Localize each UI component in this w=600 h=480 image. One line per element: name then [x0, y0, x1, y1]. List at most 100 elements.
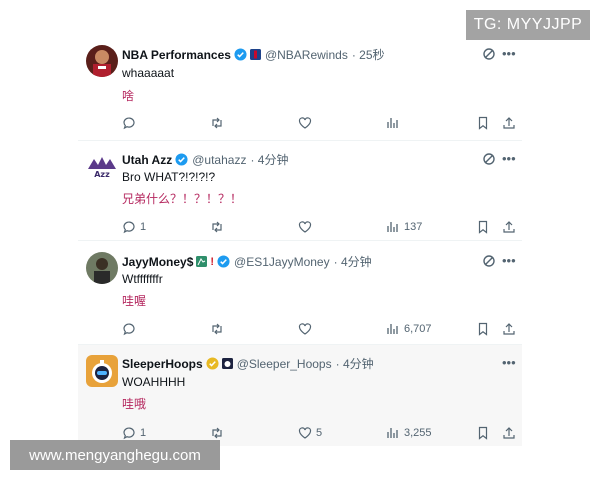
retweet-button[interactable] — [210, 220, 228, 234]
bookmark-button[interactable] — [476, 116, 490, 130]
grok-icon[interactable] — [482, 152, 496, 166]
views-button[interactable]: 6,707 — [386, 322, 432, 336]
reply-button[interactable] — [122, 322, 140, 336]
verified-badge-icon — [217, 255, 230, 268]
bookmark-button[interactable] — [476, 220, 490, 234]
views-icon — [387, 324, 398, 334]
avatar[interactable] — [86, 252, 118, 284]
retweet-icon — [212, 323, 222, 335]
verified-badge-icon — [175, 153, 188, 166]
more-icon[interactable]: ••• — [502, 152, 516, 165]
retweet-icon — [212, 427, 222, 439]
share-button[interactable] — [502, 116, 516, 130]
action-bar — [122, 116, 518, 132]
verified-badge-icon — [206, 357, 219, 370]
tweet-text: Wtfffffffr — [122, 272, 163, 286]
bookmark-icon — [478, 220, 488, 234]
retweet-button[interactable] — [210, 426, 228, 440]
display-name[interactable]: JayyMoney$ — [122, 255, 193, 269]
retweet-icon — [212, 221, 222, 233]
display-name[interactable]: NBA Performances — [122, 48, 231, 62]
verified-badge-icon — [234, 48, 247, 61]
action-bar: 6,707 — [122, 322, 518, 338]
svg-text:Azz: Azz — [94, 170, 110, 179]
translation-text: 兄弟什么？！？！？！ — [122, 192, 243, 206]
reply-icon — [123, 221, 135, 234]
bookmark-icon — [478, 116, 488, 130]
reply-icon — [123, 117, 135, 130]
affiliate-badge-icon — [221, 358, 233, 369]
display-name[interactable]: Utah Azz — [122, 153, 172, 167]
exclamation-icon: ! — [210, 255, 215, 268]
tweet-header: JayyMoney$ ! @ES1JayyMoney · 4分钟 — [122, 253, 372, 270]
action-bar: 1 137 — [122, 220, 518, 236]
handle[interactable]: @Sleeper_Hoops — [237, 357, 332, 371]
heart-icon — [298, 221, 312, 233]
more-icon[interactable]: ••• — [502, 254, 516, 267]
translation-text: 哇喔 — [122, 294, 147, 308]
bookmark-button[interactable] — [476, 322, 490, 336]
translation-text: 哇哦 — [122, 397, 147, 411]
site-watermark: www.mengyanghegu.com — [10, 440, 220, 470]
tweet-jayymoney[interactable]: JayyMoney$ ! @ES1JayyMoney · 4分钟 ••• Wtf… — [78, 241, 522, 344]
views-button[interactable]: 137 — [386, 220, 422, 234]
tweet-text: whaaaaat — [122, 66, 175, 80]
share-icon — [503, 117, 515, 129]
like-button[interactable] — [298, 116, 316, 130]
reply-button[interactable]: 1 — [122, 426, 146, 440]
retweet-icon — [212, 117, 222, 129]
handle[interactable]: @utahazz — [192, 153, 246, 167]
tweet-text: WOAHHHH — [122, 375, 186, 389]
bookmark-button[interactable] — [476, 426, 490, 440]
timestamp[interactable]: · 25秒 — [352, 46, 385, 63]
avatar[interactable] — [86, 355, 118, 387]
bookmark-icon — [478, 426, 488, 440]
avatar[interactable]: Azz — [86, 151, 118, 183]
like-button[interactable]: 5 — [298, 426, 322, 440]
more-icon[interactable]: ••• — [502, 356, 516, 369]
tweet-text: Bro WHAT?!?!?!? — [122, 170, 216, 184]
handle[interactable]: @ES1JayyMoney — [234, 255, 330, 269]
share-button[interactable] — [502, 426, 516, 440]
tweet-utah-azz[interactable]: Azz Utah Azz @utahazz · 4分钟 ••• Bro WHAT… — [78, 141, 522, 240]
translation-text: 啥 — [122, 89, 135, 103]
views-icon — [387, 118, 398, 128]
more-icon[interactable]: ••• — [502, 47, 516, 60]
share-icon — [503, 427, 515, 439]
tweet-sleeperhoops[interactable]: SleeperHoops @Sleeper_Hoops · 4分钟 ••• WO… — [78, 345, 522, 446]
share-button[interactable] — [502, 322, 516, 336]
views-icon — [387, 222, 398, 232]
affiliate-badge-icon — [249, 49, 261, 60]
like-button[interactable] — [298, 220, 316, 234]
share-icon — [503, 323, 515, 335]
heart-icon — [298, 427, 312, 439]
reply-button[interactable] — [122, 116, 140, 130]
reply-button[interactable]: 1 — [122, 220, 146, 234]
like-button[interactable] — [298, 322, 316, 336]
avatar[interactable] — [86, 45, 118, 77]
tweet-header: NBA Performances @NBARewinds · 25秒 — [122, 46, 385, 63]
heart-icon — [298, 323, 312, 335]
tweet-nba-performances[interactable]: NBA Performances @NBARewinds · 25秒 ••• w… — [78, 36, 522, 140]
views-icon — [387, 428, 398, 438]
retweet-button[interactable] — [210, 116, 228, 130]
views-button[interactable] — [386, 116, 404, 130]
reply-icon — [123, 427, 135, 440]
timestamp[interactable]: · 4分钟 — [336, 355, 374, 372]
views-button[interactable]: 3,255 — [386, 426, 432, 440]
grok-icon[interactable] — [482, 254, 496, 268]
grok-icon[interactable] — [482, 47, 496, 61]
tweet-header: SleeperHoops @Sleeper_Hoops · 4分钟 — [122, 355, 374, 372]
timestamp[interactable]: · 4分钟 — [250, 151, 288, 168]
display-name[interactable]: SleeperHoops — [122, 357, 203, 371]
share-icon — [503, 221, 515, 233]
heart-icon — [298, 117, 312, 129]
bookmark-icon — [478, 322, 488, 336]
tweet-header: Utah Azz @utahazz · 4分钟 — [122, 151, 288, 168]
handle[interactable]: @NBARewinds — [265, 48, 348, 62]
retweet-button[interactable] — [210, 322, 228, 336]
share-button[interactable] — [502, 220, 516, 234]
reply-icon — [123, 323, 135, 336]
emoji-icon — [196, 256, 208, 267]
timestamp[interactable]: · 4分钟 — [334, 253, 372, 270]
